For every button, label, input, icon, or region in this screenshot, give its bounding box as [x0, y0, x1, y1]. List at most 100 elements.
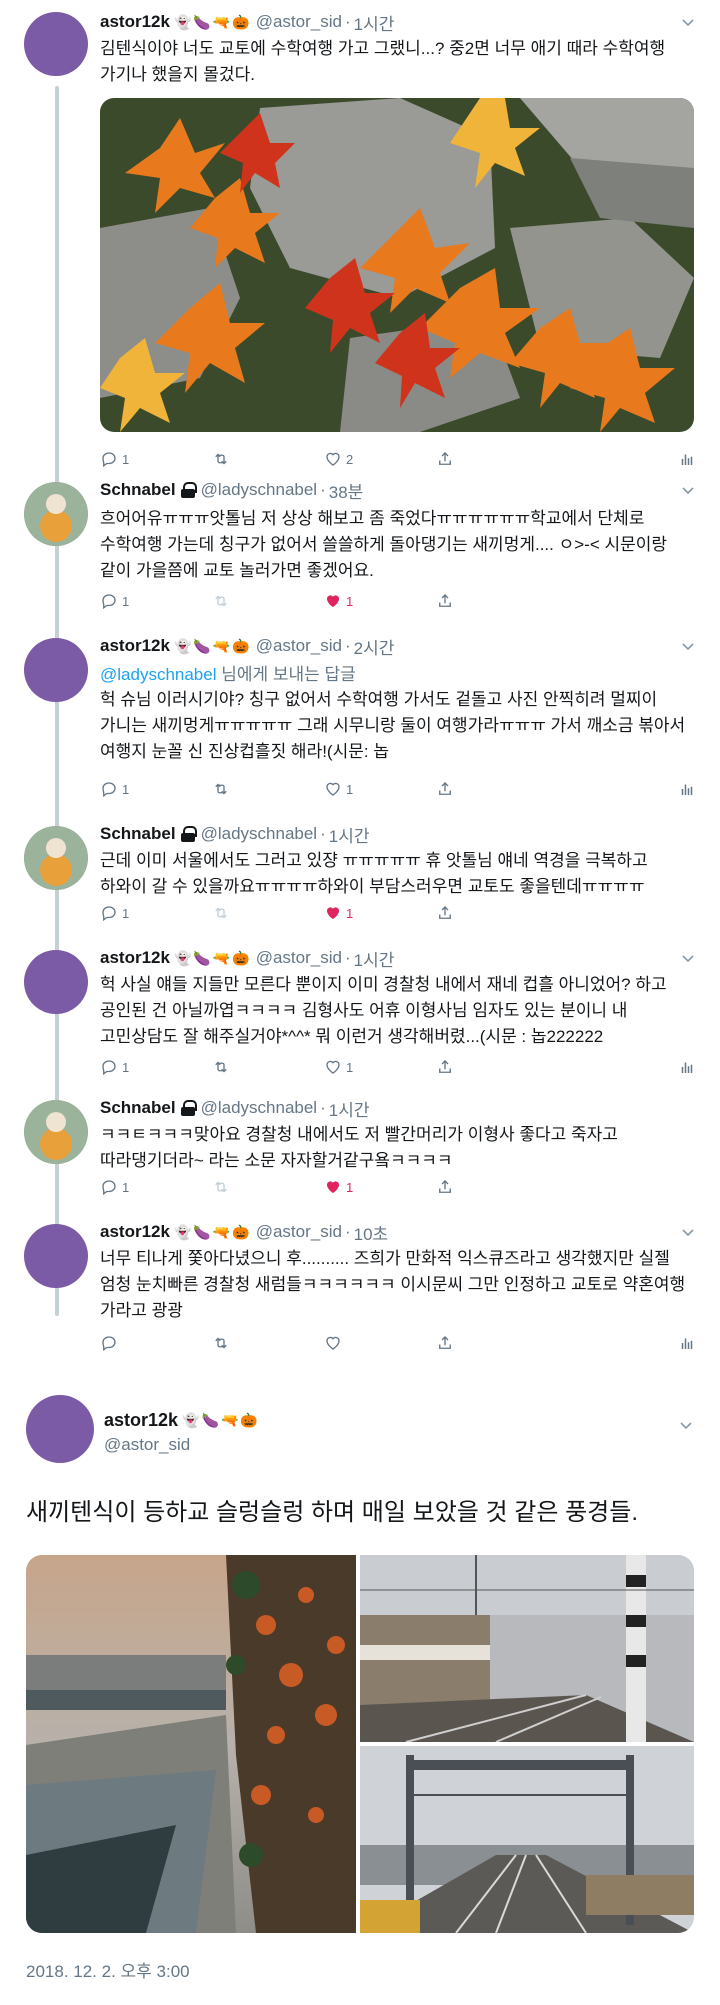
reply-icon	[102, 1060, 116, 1076]
timestamp[interactable]: 10초	[354, 1220, 389, 1245]
retweet-icon	[215, 595, 227, 607]
handle[interactable]: @astor_sid	[256, 948, 342, 968]
like-button[interactable]	[324, 1334, 436, 1352]
retweet-button[interactable]	[212, 450, 324, 468]
retweet-icon	[215, 783, 227, 795]
lock-icon	[180, 826, 197, 842]
display-name[interactable]: Schnabel	[100, 824, 176, 844]
display-name[interactable]: astor12k	[100, 636, 170, 656]
timestamp[interactable]: 2시간	[354, 634, 395, 659]
separator-dot: ·	[344, 636, 351, 655]
timestamp[interactable]: 1시간	[329, 822, 370, 847]
timestamp[interactable]: 38분	[329, 478, 364, 503]
display-name[interactable]: astor12k 👻 🍆 🔫 🎃	[104, 1410, 258, 1431]
timestamp[interactable]: 1시간	[354, 946, 395, 971]
share-icon	[439, 906, 451, 919]
separator-dot: ·	[344, 948, 351, 967]
avatar[interactable]	[24, 482, 88, 546]
handle[interactable]: @astor_sid	[256, 636, 342, 656]
handle[interactable]: @ladyschnabel	[201, 480, 318, 500]
like-button[interactable]: 2	[324, 450, 436, 468]
avatar[interactable]	[24, 12, 88, 76]
handle[interactable]: @ladyschnabel	[201, 1098, 318, 1118]
display-name[interactable]: Schnabel	[100, 1098, 176, 1118]
retweet-button[interactable]	[212, 780, 324, 798]
post-timestamp[interactable]: 2018. 12. 2. 오후 3:00	[26, 1957, 190, 1982]
handle[interactable]: @ladyschnabel	[201, 824, 318, 844]
retweet-button[interactable]	[212, 1058, 324, 1076]
retweet-button	[212, 592, 324, 610]
like-icon	[327, 1181, 339, 1193]
share-button[interactable]	[436, 1178, 548, 1196]
reply-button[interactable]	[100, 1334, 212, 1352]
avatar[interactable]	[24, 638, 88, 702]
display-name[interactable]: astor12k	[100, 12, 170, 32]
share-button[interactable]	[436, 1058, 548, 1076]
timestamp[interactable]: 1시간	[329, 1096, 370, 1121]
caret-down-icon[interactable]	[680, 482, 696, 498]
share-button[interactable]	[436, 780, 548, 798]
caret-down-icon[interactable]	[680, 950, 696, 966]
display-name[interactable]: astor12k	[100, 948, 170, 968]
avatar[interactable]	[26, 1395, 94, 1463]
photo-railway[interactable]	[360, 1746, 694, 1933]
timestamp[interactable]: 1시간	[354, 10, 395, 35]
avatar[interactable]	[24, 1100, 88, 1164]
stats-icon[interactable]	[678, 1334, 696, 1352]
retweet-icon	[215, 453, 227, 465]
reply-button[interactable]: 1	[100, 592, 212, 610]
display-name[interactable]: Schnabel	[100, 480, 176, 500]
share-button[interactable]	[436, 592, 548, 610]
name-emojis: 👻 🍆 🔫 🎃	[182, 1412, 258, 1428]
tweet-text: 너무 티나게 쫓아다녔으니 후.......... 즈희가 만화적 익스큐즈라고…	[100, 1249, 686, 1320]
share-icon	[439, 594, 451, 607]
like-button[interactable]: 1	[324, 1058, 436, 1076]
share-button[interactable]	[436, 904, 548, 922]
share-button[interactable]	[436, 450, 548, 468]
like-button[interactable]: 1	[324, 1178, 436, 1196]
handle[interactable]: @astor_sid	[256, 12, 342, 32]
share-icon	[439, 1336, 451, 1349]
lock-icon	[180, 482, 197, 498]
reply-button[interactable]: 1	[100, 450, 212, 468]
lock-icon	[180, 1100, 197, 1116]
caret-down-icon[interactable]	[680, 1224, 696, 1240]
caret-down-icon[interactable]	[680, 14, 696, 30]
photo-riverside[interactable]	[26, 1555, 356, 1933]
retweet-icon	[215, 1061, 227, 1073]
avatar[interactable]	[24, 1224, 88, 1288]
name-emojis: 👻 🍆 🔫 🎃	[173, 13, 250, 30]
like-button[interactable]: 1	[324, 904, 436, 922]
tweet-photo-maple-leaves[interactable]	[100, 98, 694, 432]
retweet-button[interactable]	[212, 1334, 324, 1352]
stats-icon[interactable]	[678, 780, 696, 798]
display-name[interactable]: astor12k	[100, 1222, 170, 1242]
replying-to: @ladyschnabel 님에게 보내는 답글	[100, 665, 356, 684]
photo-gallery[interactable]	[26, 1555, 694, 1933]
share-button[interactable]	[436, 1334, 548, 1352]
handle[interactable]: @astor_sid	[104, 1435, 190, 1455]
stats-icon[interactable]	[678, 1058, 696, 1076]
retweet-icon	[215, 1181, 227, 1193]
name-emojis: 👻 🍆 🔫 🎃	[173, 949, 250, 966]
caret-down-icon[interactable]	[678, 1417, 694, 1436]
reply-icon	[102, 782, 116, 798]
avatar[interactable]	[24, 950, 88, 1014]
handle[interactable]: @astor_sid	[256, 1222, 342, 1242]
mention-link[interactable]: @ladyschnabel	[100, 665, 217, 684]
like-button[interactable]: 1	[324, 592, 436, 610]
reply-button[interactable]: 1	[100, 904, 212, 922]
reply-icon	[102, 1336, 116, 1352]
like-icon	[326, 1060, 340, 1074]
reply-button[interactable]: 1	[100, 1178, 212, 1196]
avatar[interactable]	[24, 826, 88, 890]
stats-icon[interactable]	[678, 450, 696, 468]
reply-button[interactable]: 1	[100, 1058, 212, 1076]
reply-button[interactable]: 1	[100, 780, 212, 798]
tweet-text: 흐어어유ㅠㅠㅠ앗톨님 저 상상 해보고 좀 죽었다ㅠㅠㅠㅠㅠㅠ학교에서 단체로 …	[100, 509, 668, 580]
photo-station[interactable]	[360, 1555, 694, 1743]
caret-down-icon[interactable]	[680, 638, 696, 654]
reply-icon	[102, 1180, 116, 1196]
share-icon	[439, 1180, 451, 1193]
like-button[interactable]: 1	[324, 780, 436, 798]
